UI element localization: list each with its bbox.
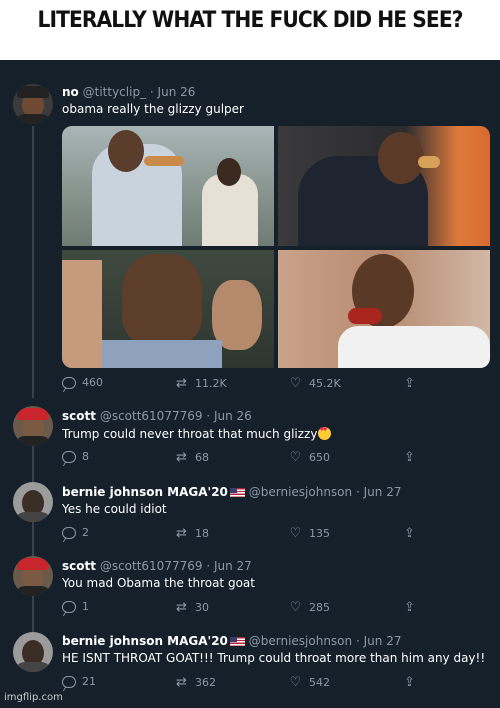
like-count: 650 xyxy=(309,451,330,464)
tweet-actions: 8 ⇄ 68 ♡ 650 ⇪ xyxy=(62,450,442,466)
reply-icon[interactable] xyxy=(62,450,76,463)
share-icon[interactable]: ⇪ xyxy=(402,376,417,391)
share-icon[interactable]: ⇪ xyxy=(402,450,417,465)
tweet-photo-grid[interactable] xyxy=(62,126,490,368)
display-name[interactable]: scott xyxy=(62,559,96,573)
display-name[interactable]: no xyxy=(62,85,79,99)
tweet-text: obama really the glizzy gulper xyxy=(62,102,244,116)
retweet-count: 18 xyxy=(195,527,209,540)
share-icon[interactable]: ⇪ xyxy=(402,600,417,615)
thread-connector xyxy=(32,594,34,634)
heart-icon[interactable]: ♡ xyxy=(288,376,303,391)
like-count: 285 xyxy=(309,601,330,614)
separator-dot: · xyxy=(206,409,211,423)
retweet-icon[interactable]: ⇄ xyxy=(174,526,189,541)
reply-icon[interactable] xyxy=(62,675,76,688)
tweet-actions: 21 ⇄ 362 ♡ 542 ⇪ xyxy=(62,675,442,691)
user-handle[interactable]: @tittyclip_ xyxy=(83,85,146,99)
tweet-actions: 1 ⇄ 30 ♡ 285 ⇪ xyxy=(62,600,442,616)
retweet-icon[interactable]: ⇄ xyxy=(174,376,189,391)
imgflip-watermark: imgflip.com xyxy=(4,692,63,703)
thread-connector xyxy=(32,444,34,486)
reply-count: 460 xyxy=(82,376,103,389)
heart-eyes-emoji xyxy=(318,427,332,440)
tweet-date[interactable]: Jun 27 xyxy=(364,634,402,648)
reply-count: 1 xyxy=(82,600,89,613)
us-flag-icon xyxy=(229,488,245,497)
meme-caption: LITERALLY WHAT THE FUCK DID HE SEE? xyxy=(0,0,500,60)
tweet-text: Trump could never throat that much glizz… xyxy=(62,427,318,441)
tweet-date[interactable]: Jun 27 xyxy=(214,559,252,573)
heart-icon[interactable]: ♡ xyxy=(288,450,303,465)
retweet-count: 68 xyxy=(195,451,209,464)
share-icon[interactable]: ⇪ xyxy=(402,675,417,690)
tweet-text: You mad Obama the throat goat xyxy=(62,576,255,590)
like-count: 135 xyxy=(309,527,330,540)
tweet-header: bernie johnson MAGA'20 @berniesjohnson ·… xyxy=(62,485,401,499)
retweet-count: 30 xyxy=(195,601,209,614)
avatar[interactable] xyxy=(13,406,53,446)
like-count: 45.2K xyxy=(309,377,341,390)
tweet-date[interactable]: Jun 26 xyxy=(214,409,252,423)
reply-icon[interactable] xyxy=(62,526,76,539)
heart-icon[interactable]: ♡ xyxy=(288,675,303,690)
avatar[interactable] xyxy=(13,482,53,522)
user-handle[interactable]: @berniesjohnson xyxy=(249,634,352,648)
share-icon[interactable]: ⇪ xyxy=(402,526,417,541)
tweet-text: HE ISNT THROAT GOAT!!! Trump could throa… xyxy=(62,651,486,665)
user-handle[interactable]: @berniesjohnson xyxy=(249,485,352,499)
separator-dot: · xyxy=(355,634,360,648)
photo-4[interactable] xyxy=(278,250,490,368)
tweet-header: no @tittyclip_ · Jun 26 xyxy=(62,85,195,99)
like-count: 542 xyxy=(309,676,330,689)
display-name[interactable]: scott xyxy=(62,409,96,423)
tweet-header: bernie johnson MAGA'20 @berniesjohnson ·… xyxy=(62,634,401,648)
avatar[interactable] xyxy=(13,84,53,124)
avatar[interactable] xyxy=(13,556,53,596)
separator-dot: · xyxy=(355,485,360,499)
retweet-count: 11.2K xyxy=(195,377,227,390)
tweet-header: scott @scott61077769 · Jun 27 xyxy=(62,559,252,573)
reply-icon[interactable] xyxy=(62,600,76,613)
user-handle[interactable]: @scott61077769 xyxy=(100,559,203,573)
us-flag-icon xyxy=(229,637,245,646)
reply-icon[interactable] xyxy=(62,376,76,389)
reply-count: 21 xyxy=(82,675,96,688)
reply-count: 8 xyxy=(82,450,89,463)
user-handle[interactable]: @scott61077769 xyxy=(100,409,203,423)
retweet-count: 362 xyxy=(195,676,216,689)
tweet-date[interactable]: Jun 27 xyxy=(364,485,402,499)
tweet-actions: 460 ⇄ 11.2K ♡ 45.2K ⇪ xyxy=(62,376,442,392)
display-name[interactable]: bernie johnson MAGA'20 xyxy=(62,634,228,648)
thread-connector xyxy=(32,126,34,398)
tweet-body: Trump could never throat that much glizz… xyxy=(62,427,332,441)
reply-count: 2 xyxy=(82,526,89,539)
avatar[interactable] xyxy=(13,632,53,672)
photo-3[interactable] xyxy=(62,250,274,368)
tweet-date[interactable]: Jun 26 xyxy=(158,85,196,99)
heart-icon[interactable]: ♡ xyxy=(288,600,303,615)
tweet-header: scott @scott61077769 · Jun 26 xyxy=(62,409,252,423)
display-name[interactable]: bernie johnson MAGA'20 xyxy=(62,485,228,499)
photo-1[interactable] xyxy=(62,126,274,246)
caption-text: LITERALLY WHAT THE FUCK DID HE SEE? xyxy=(37,8,463,33)
retweet-icon[interactable]: ⇄ xyxy=(174,450,189,465)
tweet-text: Yes he could idiot xyxy=(62,502,167,516)
retweet-icon[interactable]: ⇄ xyxy=(174,675,189,690)
heart-icon[interactable]: ♡ xyxy=(288,526,303,541)
thread-connector xyxy=(32,520,34,560)
separator-dot: · xyxy=(149,85,154,99)
twitter-thread: no @tittyclip_ · Jun 26 obama really the… xyxy=(0,60,500,708)
retweet-icon[interactable]: ⇄ xyxy=(174,600,189,615)
separator-dot: · xyxy=(206,559,211,573)
photo-2[interactable] xyxy=(278,126,490,246)
tweet-actions: 2 ⇄ 18 ♡ 135 ⇪ xyxy=(62,526,442,542)
